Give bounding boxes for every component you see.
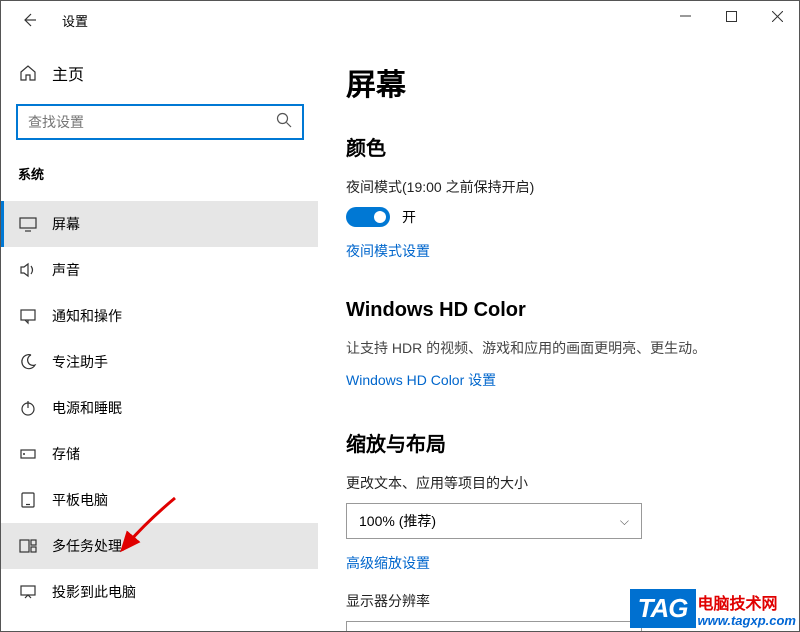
back-button[interactable]	[14, 5, 44, 35]
night-light-label: 夜间模式(19:00 之前保持开启)	[346, 177, 776, 197]
night-light-toggle[interactable]	[346, 207, 390, 227]
toggle-state-label: 开	[402, 207, 416, 227]
content-area: 屏幕 颜色 夜间模式(19:00 之前保持开启) 开 夜间模式设置 Window…	[322, 40, 800, 632]
text-size-label: 更改文本、应用等项目的大小	[346, 473, 776, 493]
watermark-text2: www.tagxp.com	[698, 614, 796, 628]
sidebar-item-storage[interactable]: 存储	[0, 431, 318, 477]
sidebar-item-projecting[interactable]: 投影到此电脑	[0, 569, 318, 615]
speaker-icon	[18, 260, 38, 280]
advanced-scaling-link[interactable]: 高级缩放设置	[346, 553, 430, 573]
sidebar-item-multitasking[interactable]: 多任务处理	[0, 523, 318, 569]
project-icon	[18, 582, 38, 602]
sidebar-item-label: 平板电脑	[52, 490, 108, 510]
sidebar-item-label: 专注助手	[52, 352, 108, 372]
color-heading: 颜色	[346, 132, 776, 161]
hdcolor-description: 让支持 HDR 的视频、游戏和应用的画面更明亮、更生动。	[346, 338, 776, 358]
power-icon	[18, 398, 38, 418]
sidebar-item-tablet[interactable]: 平板电脑	[0, 477, 318, 523]
sidebar-item-label: 声音	[52, 260, 80, 280]
tablet-icon	[18, 490, 38, 510]
hdcolor-heading: Windows HD Color	[346, 299, 776, 322]
sidebar-item-label: 多任务处理	[52, 536, 122, 556]
sidebar-item-label: 电源和睡眠	[52, 398, 122, 418]
scale-dropdown[interactable]: 100% (推荐) ⌵	[346, 503, 642, 539]
scale-heading: 缩放与布局	[346, 428, 776, 457]
moon-icon	[18, 352, 38, 372]
sidebar-item-sound[interactable]: 声音	[0, 247, 318, 293]
multitask-icon	[18, 536, 38, 556]
section-label: 系统	[18, 164, 322, 183]
sidebar-item-label: 投影到此电脑	[52, 582, 136, 602]
sidebar-item-notifications[interactable]: 通知和操作	[0, 293, 318, 339]
home-label: 主页	[52, 61, 84, 85]
storage-icon	[18, 444, 38, 464]
close-button[interactable]	[754, 0, 800, 32]
chevron-down-icon: ⌵	[620, 514, 629, 529]
sidebar-item-power[interactable]: 电源和睡眠	[0, 385, 318, 431]
notification-icon	[18, 306, 38, 326]
sidebar: 主页 系统 屏幕 声音 通知和操作 专注助手 电源和睡眠	[0, 40, 322, 632]
home-link[interactable]: 主页	[14, 58, 322, 88]
hdcolor-settings-link[interactable]: Windows HD Color 设置	[346, 370, 496, 390]
page-title: 屏幕	[346, 60, 776, 104]
sidebar-item-focus-assist[interactable]: 专注助手	[0, 339, 318, 385]
search-box[interactable]	[16, 104, 304, 140]
minimize-button[interactable]	[662, 0, 708, 32]
window-title: 设置	[62, 11, 88, 30]
monitor-icon	[18, 214, 38, 234]
sidebar-item-label: 通知和操作	[52, 306, 122, 326]
search-icon	[276, 112, 292, 133]
maximize-button[interactable]	[708, 0, 754, 32]
night-light-settings-link[interactable]: 夜间模式设置	[346, 241, 430, 261]
search-input[interactable]	[28, 114, 276, 130]
sidebar-item-display[interactable]: 屏幕	[0, 201, 318, 247]
resolution-dropdown[interactable]: 1920 × 1080 (推荐) ⌵	[346, 621, 642, 632]
scale-value: 100% (推荐)	[359, 511, 436, 531]
sidebar-item-label: 屏幕	[52, 214, 80, 234]
watermark-badge: TAG	[630, 589, 696, 628]
sidebar-item-label: 存储	[52, 444, 80, 464]
watermark-text1: 电脑技术网	[698, 596, 796, 614]
home-icon	[18, 63, 38, 83]
watermark: TAG 电脑技术网 www.tagxp.com	[630, 589, 796, 628]
